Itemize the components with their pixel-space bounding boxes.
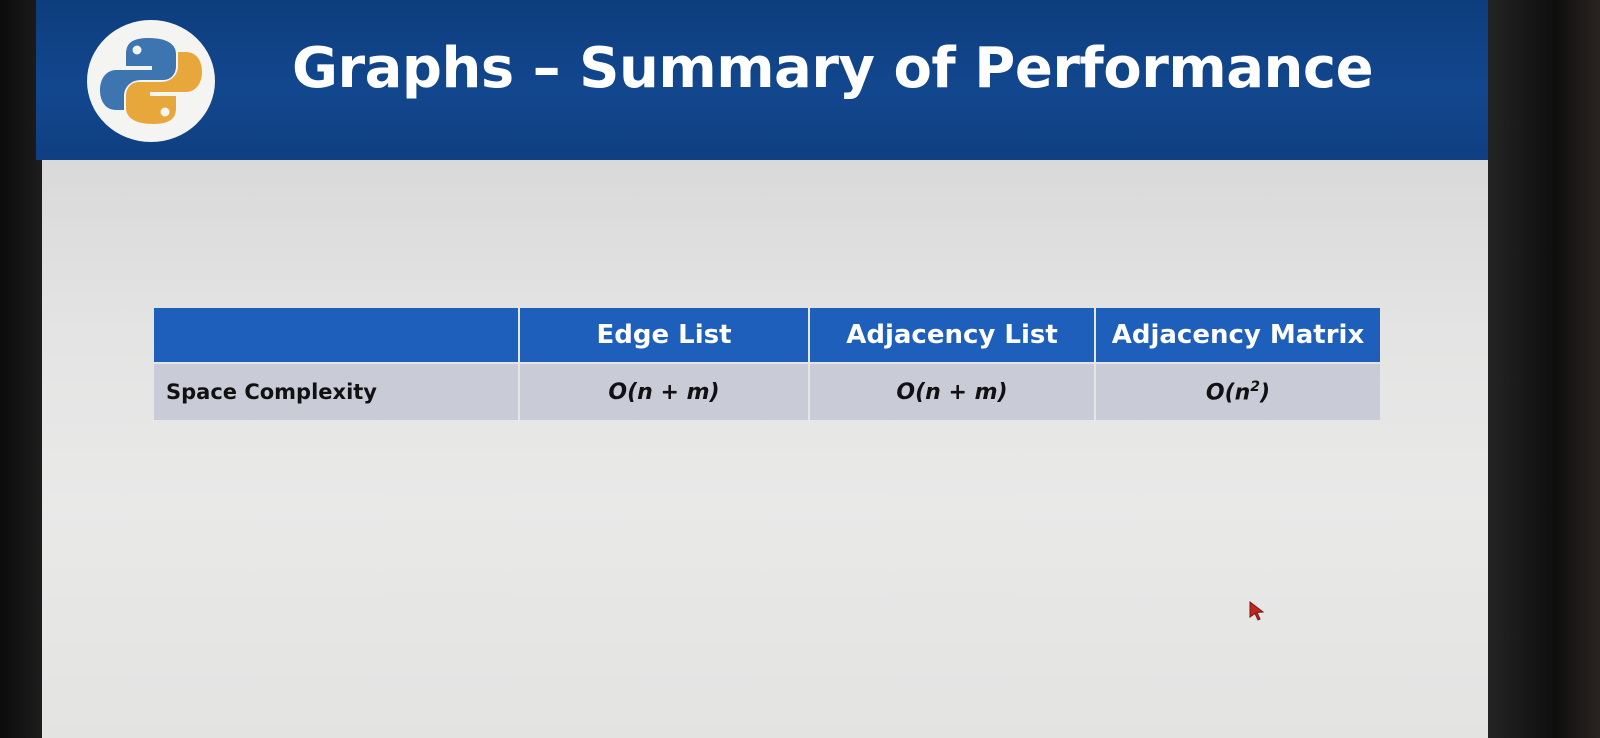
mouse-cursor-icon [1249, 600, 1265, 621]
title-bar: Graphs – Summary of Performance [36, 0, 1514, 160]
cell-adjacency-matrix-base: O(n [1205, 380, 1251, 406]
python-logo-icon [87, 20, 215, 142]
performance-table: Edge List Adjacency List Adjacency Matri… [154, 308, 1380, 420]
slide-body [42, 160, 1514, 738]
cell-adjacency-matrix-close: ) [1260, 380, 1271, 406]
cell-adjacency-list-space: O(n + m) [809, 362, 1096, 420]
table-header-adjacency-list: Adjacency List [809, 308, 1096, 363]
table-header-adjacency-matrix: Adjacency Matrix [1095, 308, 1380, 363]
row-label-space-complexity: Space Complexity [154, 362, 520, 420]
cell-adjacency-matrix-space: O(n2) [1095, 362, 1380, 420]
slide-title: Graphs – Summary of Performance [292, 36, 1374, 101]
cell-edge-list-space: O(n + m) [519, 362, 810, 420]
table-header-empty [154, 308, 520, 363]
slide-screen: Graphs – Summary of Performance Edge Lis… [36, 0, 1514, 738]
table-header-row: Edge List Adjacency List Adjacency Matri… [154, 308, 1380, 363]
monitor-bezel-right [1488, 0, 1600, 738]
table-header-edge-list: Edge List [519, 308, 810, 363]
table-row: Space Complexity O(n + m) O(n + m) O(n2) [154, 362, 1380, 420]
cell-adjacency-matrix-exponent: 2 [1250, 378, 1261, 395]
